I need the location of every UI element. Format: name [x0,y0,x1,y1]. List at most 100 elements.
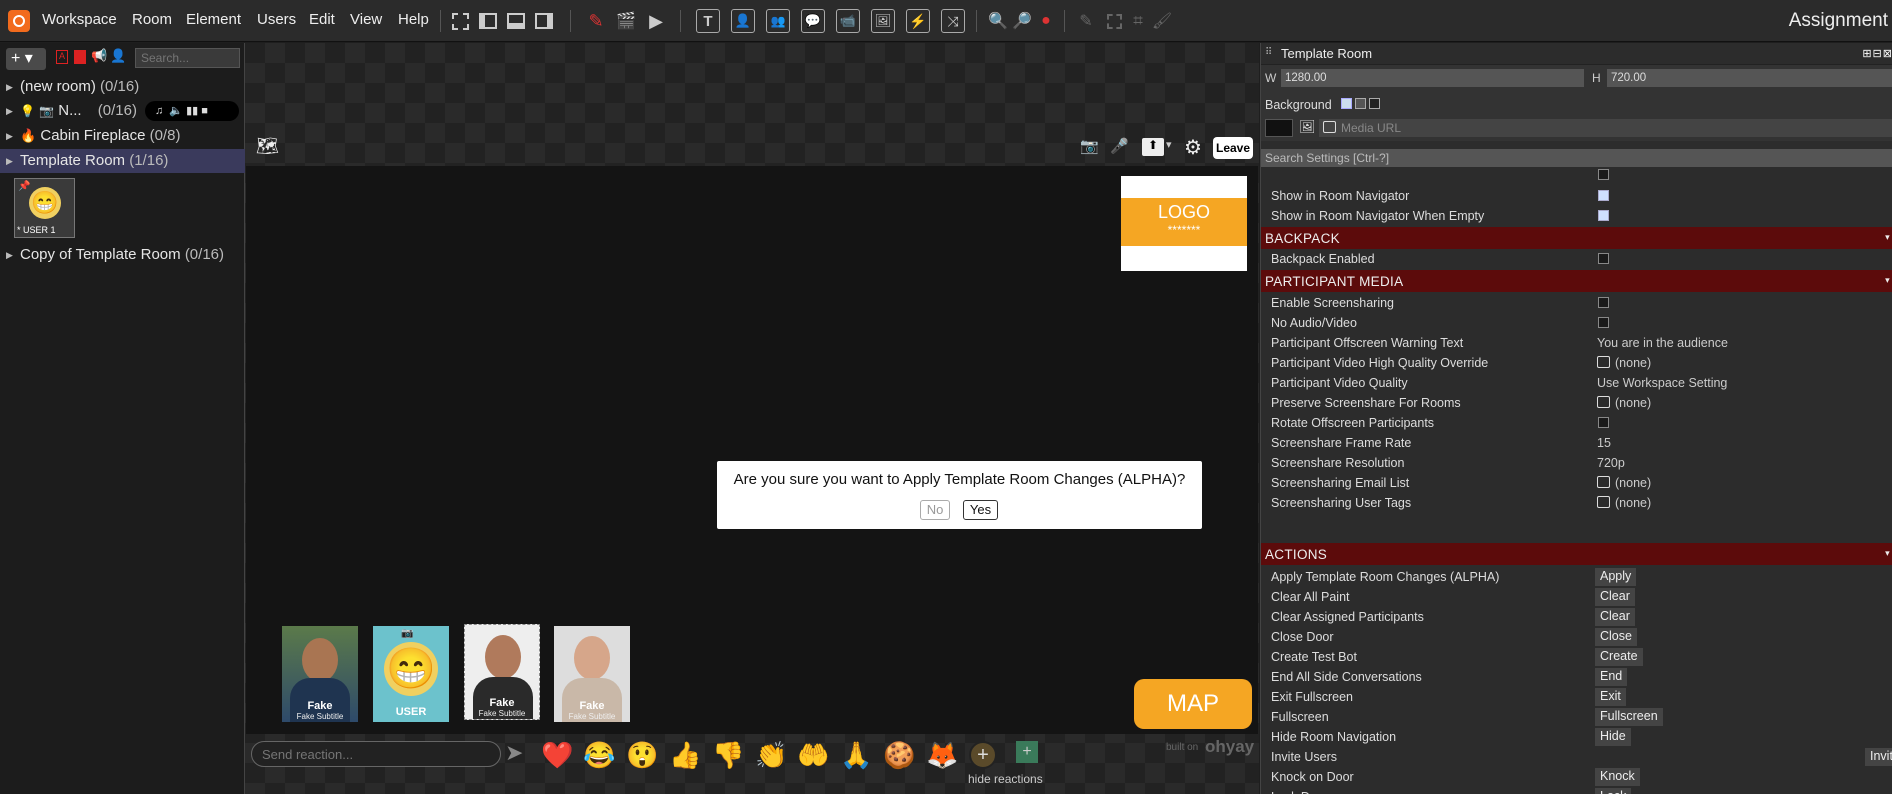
zoom-in-icon[interactable]: 🔎 [1010,9,1034,33]
room-item-new-room[interactable]: ▶ (new room) (0/16) [0,75,245,99]
fox-reaction-icon[interactable]: 🦊 [926,740,958,770]
drag-handle-icon[interactable]: ⠿ [1265,47,1272,58]
setting-checkbox[interactable] [1598,417,1609,428]
setting-checkbox[interactable] [1598,297,1609,308]
menu-help[interactable]: Help [398,11,429,28]
record-filter-icon[interactable] [74,50,86,64]
bg-mode-color-icon[interactable] [1341,98,1352,109]
layout-bottom-icon[interactable] [504,9,528,33]
add-custom-reaction-icon[interactable]: + [1016,741,1038,763]
setting-value[interactable]: (none) [1597,476,1651,490]
settings-search-field[interactable]: Search Settings [Ctrl-?] [1261,149,1892,167]
participant-tile[interactable]: Fake Fake Subtitle [282,626,358,722]
checkbox[interactable] [1598,169,1609,180]
action-button[interactable]: Exit [1595,688,1626,706]
laugh-reaction-icon[interactable]: 😂 [583,740,615,770]
shuffle-tool-icon[interactable]: ⤨ [941,9,965,33]
heart-reaction-icon[interactable]: ❤️ [541,740,573,770]
leave-button[interactable]: Leave [1213,137,1253,159]
person-filter-icon[interactable]: 👤 [110,48,126,64]
participant-tile-user[interactable]: 📷 😁 USER [373,626,449,722]
setting-checkbox[interactable] [1598,317,1609,328]
transform-icon[interactable] [1102,9,1126,33]
mic-off-icon[interactable]: 🎤 [1110,137,1129,155]
record-icon[interactable]: ● [1034,9,1058,33]
action-button[interactable]: Lock [1595,788,1632,794]
action-button[interactable]: Invit [1865,748,1892,766]
room-item-n[interactable]: ▶ 💡 📷 N... (0/16) ♫ 🔈 ▮▮ ■ [0,99,245,123]
room-media-controls[interactable]: ♫ 🔈 ▮▮ ■ [145,101,239,121]
setting-value[interactable]: Use Workspace Setting [1597,376,1727,390]
hands-reaction-icon[interactable]: 🤲 [797,740,829,770]
app-logo-icon[interactable] [8,10,30,32]
layout-right-icon[interactable] [532,9,556,33]
height-input[interactable] [1607,69,1892,87]
menu-view[interactable]: View [350,11,382,28]
action-button[interactable]: Close [1595,628,1637,646]
send-icon[interactable]: ➤ [505,740,523,766]
setting-value[interactable]: 720p [1597,456,1625,470]
pen-icon[interactable]: ✎ [1074,9,1098,33]
action-button[interactable]: Clear [1595,588,1635,606]
section-participant-media[interactable]: PARTICIPANT MEDIA ▾ [1261,270,1892,292]
wow-reaction-icon[interactable]: 😲 [626,740,658,770]
share-up-icon[interactable]: ⬆ [1142,138,1164,156]
clapper-icon[interactable]: 🎬 [614,9,638,33]
image-tool-icon[interactable]: 🖼 [871,9,895,33]
text-tool-icon[interactable]: T [696,9,720,33]
bg-color-swatch[interactable] [1265,119,1293,137]
image-icon[interactable]: 🖼 [1299,119,1316,135]
setting-value[interactable]: (none) [1597,396,1651,410]
paint-roller-icon[interactable]: 🖌 [1150,9,1174,33]
cookie-reaction-icon[interactable]: 🍪 [883,740,915,770]
setting-value[interactable]: (none) [1597,496,1651,510]
action-button[interactable]: Hide [1595,728,1631,746]
menu-element[interactable]: Element [186,11,241,28]
action-button[interactable]: Clear [1595,608,1635,626]
filter-a-icon[interactable]: A [56,50,68,64]
setting-value[interactable]: You are in the audience [1597,336,1728,350]
action-button[interactable]: Create [1595,648,1643,666]
logo-element[interactable]: LOGO ******* [1121,176,1247,271]
layout-left-icon[interactable] [476,9,500,33]
action-button[interactable]: Knock [1595,768,1640,786]
participant-tile[interactable]: Fake Fake Subtitle [554,626,630,722]
megaphone-icon[interactable]: 📢 [91,48,107,64]
show-when-empty-checkbox[interactable] [1598,210,1609,221]
hide-reactions-link[interactable]: hide reactions [968,772,1043,786]
show-in-navigator-checkbox[interactable] [1598,190,1609,201]
group-tool-icon[interactable]: 👥 [766,9,790,33]
menu-users[interactable]: Users [257,11,296,28]
edit-mode-icon[interactable]: ✎ [584,9,608,33]
media-url-field[interactable]: Media URL [1319,119,1892,137]
chat-tool-icon[interactable]: 💬 [801,9,825,33]
pray-reaction-icon[interactable]: 🙏 [840,740,872,770]
menu-edit[interactable]: Edit [309,11,335,28]
action-button[interactable]: Fullscreen [1595,708,1663,726]
camera-off-icon[interactable]: 📷 [1080,137,1100,155]
bg-mode-image-icon[interactable] [1355,98,1366,109]
thumbs-up-reaction-icon[interactable]: 👍 [669,740,701,770]
clap-reaction-icon[interactable]: 👏 [755,740,787,770]
crop-icon[interactable]: ⌗ [1126,9,1150,33]
section-backpack[interactable]: BACKPACK ▾ [1261,227,1892,249]
add-room-button[interactable]: + ▾ [6,48,46,70]
yes-button[interactable]: Yes [963,500,998,520]
room-item-template-room[interactable]: ▶ Template Room (1/16) [0,149,245,173]
room-search-input[interactable] [135,48,240,68]
action-button[interactable]: Apply [1595,568,1637,586]
menu-room[interactable]: Room [132,11,172,28]
chevron-down-icon[interactable]: ▾ [1166,138,1172,151]
no-button[interactable]: No [920,500,950,520]
video-tool-icon[interactable]: 📹 [836,9,860,33]
thumbs-down-reaction-icon[interactable]: 👎 [712,740,744,770]
fit-screen-icon[interactable] [448,9,472,33]
reaction-input[interactable] [251,741,501,767]
room-item-cabin-fireplace[interactable]: ▶ 🔥 Cabin Fireplace (0/8) [0,124,245,148]
backpack-enabled-checkbox[interactable] [1598,253,1609,264]
action-button[interactable]: End [1595,668,1628,686]
map-view-icon[interactable]: 🗺 [256,136,279,157]
setting-value[interactable]: (none) [1597,356,1651,370]
bg-mode-video-icon[interactable] [1369,98,1380,109]
gear-icon[interactable]: ⚙ [1184,135,1202,160]
